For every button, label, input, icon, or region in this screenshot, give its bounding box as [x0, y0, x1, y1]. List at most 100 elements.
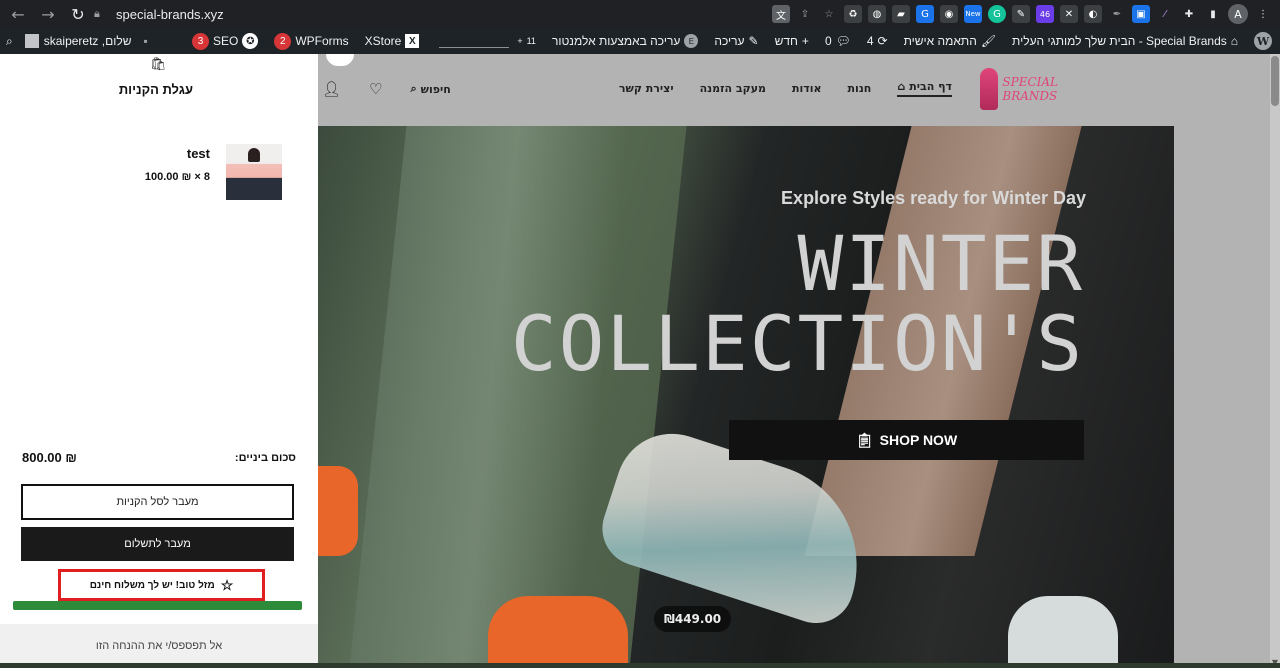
pen-icon[interactable]: ✒ — [1108, 5, 1126, 23]
feather-icon[interactable]: ⁄ — [1156, 5, 1174, 23]
free-shipping-notice: ☆ מזל טוב! יש לך משלוח חינם — [58, 569, 265, 601]
traffic-count: 11 — [526, 36, 536, 46]
extension-new-badge[interactable]: New — [964, 5, 982, 23]
site-logo[interactable]: SPECIAL BRANDS — [980, 68, 1098, 110]
comments-link[interactable]: 💬︎ 0 — [817, 34, 859, 48]
notification-icon[interactable]: ▪ — [137, 34, 153, 48]
lock-icon: 🔒︎ — [94, 7, 100, 20]
wpforms-link[interactable]: 2 WPForms — [266, 32, 356, 50]
customize-link[interactable]: 🖌︎ התאמה אישית — [896, 34, 1004, 48]
scrollbar-thumb[interactable] — [1271, 56, 1279, 106]
account-icon[interactable]: 👤︎ — [322, 80, 341, 98]
screen-capture-icon[interactable]: ▣ — [1132, 5, 1150, 23]
site-name-link[interactable]: ⌂ Special Brands - הבית שלך למותגי העלית — [1004, 34, 1246, 48]
subtotal-currency: ₪ — [65, 450, 77, 465]
menu-dots-icon[interactable]: ⋮ — [1254, 5, 1272, 23]
view-cart-button[interactable]: מעבר לסל הקניות — [21, 484, 294, 520]
search-icon: ⌕ — [410, 82, 417, 95]
edit-link[interactable]: ✎ עריכה — [706, 34, 766, 48]
forward-icon[interactable]: → — [36, 2, 60, 26]
edit-label: עריכה — [714, 34, 745, 48]
wpforms-count-badge: 2 — [274, 32, 292, 50]
back-icon[interactable]: ← — [6, 2, 30, 26]
wp-logo-menu[interactable]: W — [1246, 32, 1280, 50]
seo-count-badge: 3 — [191, 32, 209, 50]
dont-miss-discount-banner[interactable]: אל תפספס/י את ההנחה הזו — [0, 624, 318, 668]
customize-label: התאמה אישית — [903, 34, 977, 48]
cart-item-thumbnail[interactable] — [226, 144, 282, 200]
cart-item-info: test 8 × ₪ 100.00 — [145, 144, 210, 202]
menu-item-order-tracking[interactable]: מעקב הזמנה — [700, 80, 766, 97]
star-icon[interactable]: ☆ — [820, 5, 838, 23]
camera-icon[interactable]: ◉ — [940, 5, 958, 23]
menu-item-contact[interactable]: יצירת קשר — [619, 80, 674, 97]
menu-label-shop: חנות — [847, 82, 872, 95]
cart-drawer: 🛍︎ עגלת הקניות test 8 × ₪ 100.00 סכום בי… — [0, 54, 318, 668]
extension-icon-2[interactable]: ◍ — [868, 5, 886, 23]
house-icon: ⌂ — [897, 80, 906, 93]
xstore-link[interactable]: XStore X — [357, 34, 428, 48]
xstore-label: XStore — [364, 34, 402, 48]
puzzle-icon[interactable]: ✚ — [1180, 5, 1198, 23]
checkout-button[interactable]: מעבר לתשלום — [21, 527, 294, 561]
hero-banner: Explore Styles ready for Winter Day WINT… — [318, 126, 1174, 668]
cart-item-quantity-price: 8 × ₪ 100.00 — [145, 171, 210, 183]
extension-icon-6[interactable]: ✕ — [1060, 5, 1078, 23]
greeting-label: שלום, skaiperetz — [43, 34, 132, 48]
page-scrollbar[interactable]: ▼ — [1270, 54, 1280, 668]
menu-item-home[interactable]: דף הבית ⌂ — [897, 80, 952, 97]
site-header: SPECIAL BRANDS דף הבית ⌂ חנות אודות מעקב… — [318, 54, 1270, 126]
traffic-sparkline — [439, 34, 510, 48]
new-content-link[interactable]: + חדש — [767, 34, 817, 48]
extension-icon-5[interactable]: ✎ — [1012, 5, 1030, 23]
main-menu: דף הבית ⌂ חנות אודות מעקב הזמנה יצירת קש… — [619, 80, 952, 97]
extension-icon-3[interactable]: ▰ — [892, 5, 910, 23]
extension-icon-4[interactable]: G — [916, 5, 934, 23]
url-text: special-brands.xyz — [116, 6, 224, 22]
menu-item-shop[interactable]: חנות — [848, 80, 872, 97]
translate-icon[interactable]: 文 — [772, 5, 790, 23]
brush-icon: 🖌︎ — [980, 34, 997, 48]
pencil-icon: ✎ — [748, 34, 759, 48]
subtotal-label: סכום ביניים: — [234, 451, 296, 464]
updates-link[interactable]: ⟳ 4 — [859, 34, 896, 48]
xstore-icon: X — [405, 34, 420, 48]
extension-46-badge[interactable]: 46 — [1036, 5, 1054, 23]
extensions-row: 文 ⇪ ☆ ♻ ◍ ▰ G ◉ New G ✎ 46 ✕ ◐ ✒ ▣ ⁄ ✚ ▮… — [772, 3, 1272, 25]
product-price-tag[interactable]: ₪449.00 — [654, 606, 732, 632]
comment-icon: 💬︎ — [835, 34, 851, 48]
sidebar-icon[interactable]: ▮ — [1204, 5, 1222, 23]
traffic-stats[interactable]: +11 — [427, 34, 544, 48]
share-icon[interactable]: ⇪ — [796, 5, 814, 23]
extension-icon-1[interactable]: ♻ — [844, 5, 862, 23]
wpforms-label: WPForms — [295, 34, 349, 48]
hero-image-orange-shoe — [318, 466, 358, 556]
admin-search-icon[interactable]: ⌕ — [0, 34, 19, 49]
hero-image-white-shoe — [1008, 596, 1118, 668]
search-label: חיפוש — [420, 82, 451, 96]
comments-count: 0 — [824, 34, 832, 48]
wishlist-heart-icon[interactable]: ♡ — [369, 80, 382, 98]
cart-subtotal: סכום ביניים: 800.00 ₪ — [22, 450, 296, 465]
my-account-link[interactable]: שלום, skaiperetz — [19, 34, 138, 48]
menu-label-about: אודות — [791, 82, 822, 95]
menu-item-about[interactable]: אודות — [792, 80, 822, 97]
grammarly-icon[interactable]: G — [988, 5, 1006, 23]
cart-item-name[interactable]: test — [145, 146, 210, 161]
menu-label-home: דף הבית — [909, 80, 952, 93]
profile-avatar[interactable]: A — [1228, 4, 1248, 24]
hero-image-orange-shoe-2 — [488, 596, 628, 668]
elementor-edit-link[interactable]: E עריכה באמצעות אלמנטור — [544, 34, 706, 48]
subtotal-amount: 800.00 — [22, 450, 62, 465]
search-toggle[interactable]: חיפוש ⌕ — [411, 82, 451, 96]
extension-icon-7[interactable]: ◐ — [1084, 5, 1102, 23]
shop-now-button[interactable]: 📋︎ SHOP NOW — [729, 420, 1084, 460]
bottom-strip — [0, 663, 1280, 668]
address-bar[interactable]: 🔒︎ special-brands.xyz — [84, 3, 844, 25]
shop-now-label: SHOP NOW — [879, 432, 958, 448]
traffic-count-prefix: + — [517, 36, 523, 46]
cart-item-quantity: 8 — [203, 171, 210, 183]
seo-link[interactable]: 3 SEO ✪ — [184, 32, 266, 50]
star-outline-icon: ☆ — [220, 576, 234, 593]
menu-label-contact: יצירת קשר — [618, 82, 674, 95]
